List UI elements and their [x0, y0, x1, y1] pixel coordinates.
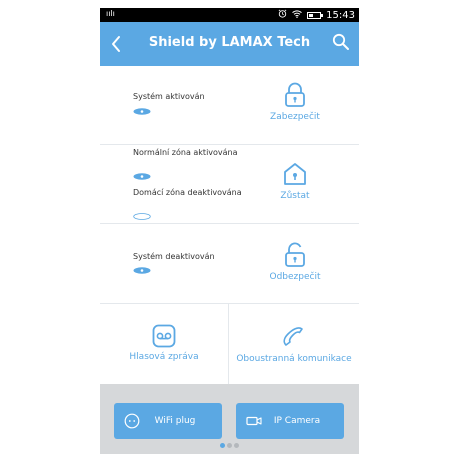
wifi-icon [292, 9, 302, 21]
status-system-disarmed: Systém deaktivován [133, 252, 215, 261]
home-lock-icon [284, 163, 306, 185]
phone-screen: ıılı 15:43 Shield by LAMAX Tech Systém a… [100, 8, 359, 454]
eye-filled-icon [133, 173, 151, 180]
stay-button[interactable]: Zůstat [240, 161, 350, 201]
arm-label: Zabezpečit [270, 112, 320, 122]
page-dot [220, 443, 225, 448]
search-icon [332, 33, 349, 50]
page-dot [227, 443, 232, 448]
signal-indicator: ıılı [106, 9, 115, 18]
eye-outline-icon [133, 213, 151, 220]
search-button[interactable] [331, 32, 353, 54]
status-bar: ıılı 15:43 [100, 8, 359, 22]
voice-message-label: Hlasová zpráva [129, 352, 199, 362]
phone-handset-icon [283, 327, 303, 346]
lock-open-icon [285, 242, 305, 267]
stay-label: Zůstat [280, 191, 310, 201]
battery-icon [307, 11, 324, 19]
smart-plug-icon [124, 413, 140, 429]
mode-row-disarm: Systém deaktivován Odbezpečit [100, 224, 359, 304]
mode-row-arm: Systém aktivován Zabezpečit [100, 66, 359, 145]
video-camera-icon [246, 416, 262, 426]
voice-message-button[interactable]: Hlasová zpráva [100, 304, 229, 384]
voicemail-icon [152, 324, 176, 348]
lock-closed-icon [285, 82, 305, 107]
page-title: Shield by LAMAX Tech [148, 35, 311, 50]
page-dot [234, 443, 239, 448]
feature-row: Hlasová zpráva Oboustranná komunikace [100, 304, 359, 384]
mode-row-stay: Normální zóna aktivována Domácí zóna dea… [100, 145, 359, 224]
status-normal-zone: Normální zóna aktivována [133, 148, 238, 157]
eye-filled-icon [133, 108, 151, 115]
two-way-talk-label: Oboustranná komunikace [236, 354, 352, 364]
status-system-armed: Systém aktivován [133, 92, 205, 101]
bottom-panel: WiFi plug IP Camera [100, 384, 359, 454]
eye-filled-icon [133, 267, 151, 274]
clock-time: 15:43 [326, 9, 355, 21]
back-button[interactable] [104, 30, 128, 58]
status-home-zone: Domácí zóna deaktivována [133, 188, 242, 197]
two-way-talk-button[interactable]: Oboustranná komunikace [229, 304, 359, 384]
disarm-button[interactable]: Odbezpečit [240, 242, 350, 282]
chevron-left-icon [112, 36, 120, 52]
alarm-clock-icon [278, 9, 287, 21]
app-bar: Shield by LAMAX Tech [100, 22, 359, 66]
arm-button[interactable]: Zabezpečit [240, 82, 350, 122]
disarm-label: Odbezpečit [269, 272, 321, 282]
page-indicator [100, 433, 359, 452]
